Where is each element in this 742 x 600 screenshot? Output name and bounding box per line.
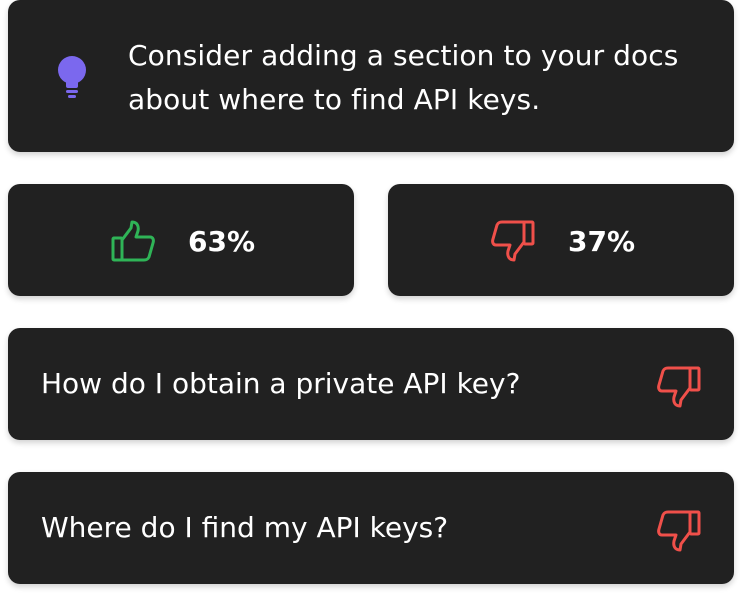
thumbs-down-icon[interactable] xyxy=(656,364,702,410)
lightbulb-icon xyxy=(58,56,86,98)
downvote-percent: 37% xyxy=(568,225,636,258)
suggestion-card: Consider adding a section to your docs a… xyxy=(8,0,734,152)
thumbs-up-icon xyxy=(111,220,155,262)
thumbs-down-icon[interactable] xyxy=(656,508,702,554)
question-item[interactable]: How do I obtain a private API key? xyxy=(8,328,734,440)
thumbs-down-icon xyxy=(491,220,535,262)
upvote-card[interactable]: 63% xyxy=(8,184,354,296)
question-text: Where do I find my API keys? xyxy=(41,511,449,544)
question-item[interactable]: Where do I find my API keys? xyxy=(8,472,734,584)
suggestion-text: Consider adding a section to your docs a… xyxy=(128,39,679,116)
question-text: How do I obtain a private API key? xyxy=(41,367,521,400)
upvote-percent: 63% xyxy=(188,225,256,258)
downvote-card[interactable]: 37% xyxy=(388,184,734,296)
